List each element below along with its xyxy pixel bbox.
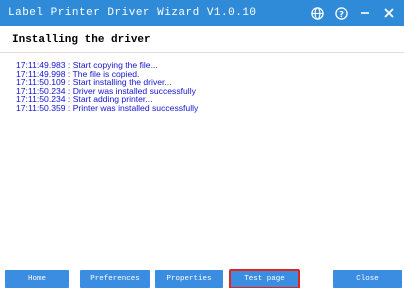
properties-button[interactable]: Properties bbox=[155, 270, 223, 288]
install-log: 17:11:49.983 : Start copying the file...… bbox=[16, 61, 396, 112]
page-title: Installing the driver bbox=[12, 34, 151, 46]
window-title: Label Printer Driver Wizard V1.0.10 bbox=[8, 7, 257, 19]
minimize-icon[interactable] bbox=[355, 3, 375, 23]
close-icon[interactable] bbox=[379, 3, 399, 23]
preferences-button[interactable]: Preferences bbox=[80, 270, 150, 288]
close-button[interactable]: Close bbox=[333, 270, 402, 288]
page-header: Installing the driver bbox=[0, 26, 404, 53]
button-bar: Home Preferences Properties Test page Cl… bbox=[0, 269, 404, 288]
log-line: 17:11:50.359 : Printer was installed suc… bbox=[16, 102, 199, 113]
help-icon[interactable]: ? bbox=[331, 3, 351, 23]
title-bar: Label Printer Driver Wizard V1.0.10 ? bbox=[0, 0, 404, 26]
home-button[interactable]: Home bbox=[5, 270, 69, 288]
globe-icon[interactable] bbox=[307, 3, 327, 23]
svg-text:?: ? bbox=[339, 8, 344, 18]
test-page-button[interactable]: Test page bbox=[229, 269, 300, 288]
